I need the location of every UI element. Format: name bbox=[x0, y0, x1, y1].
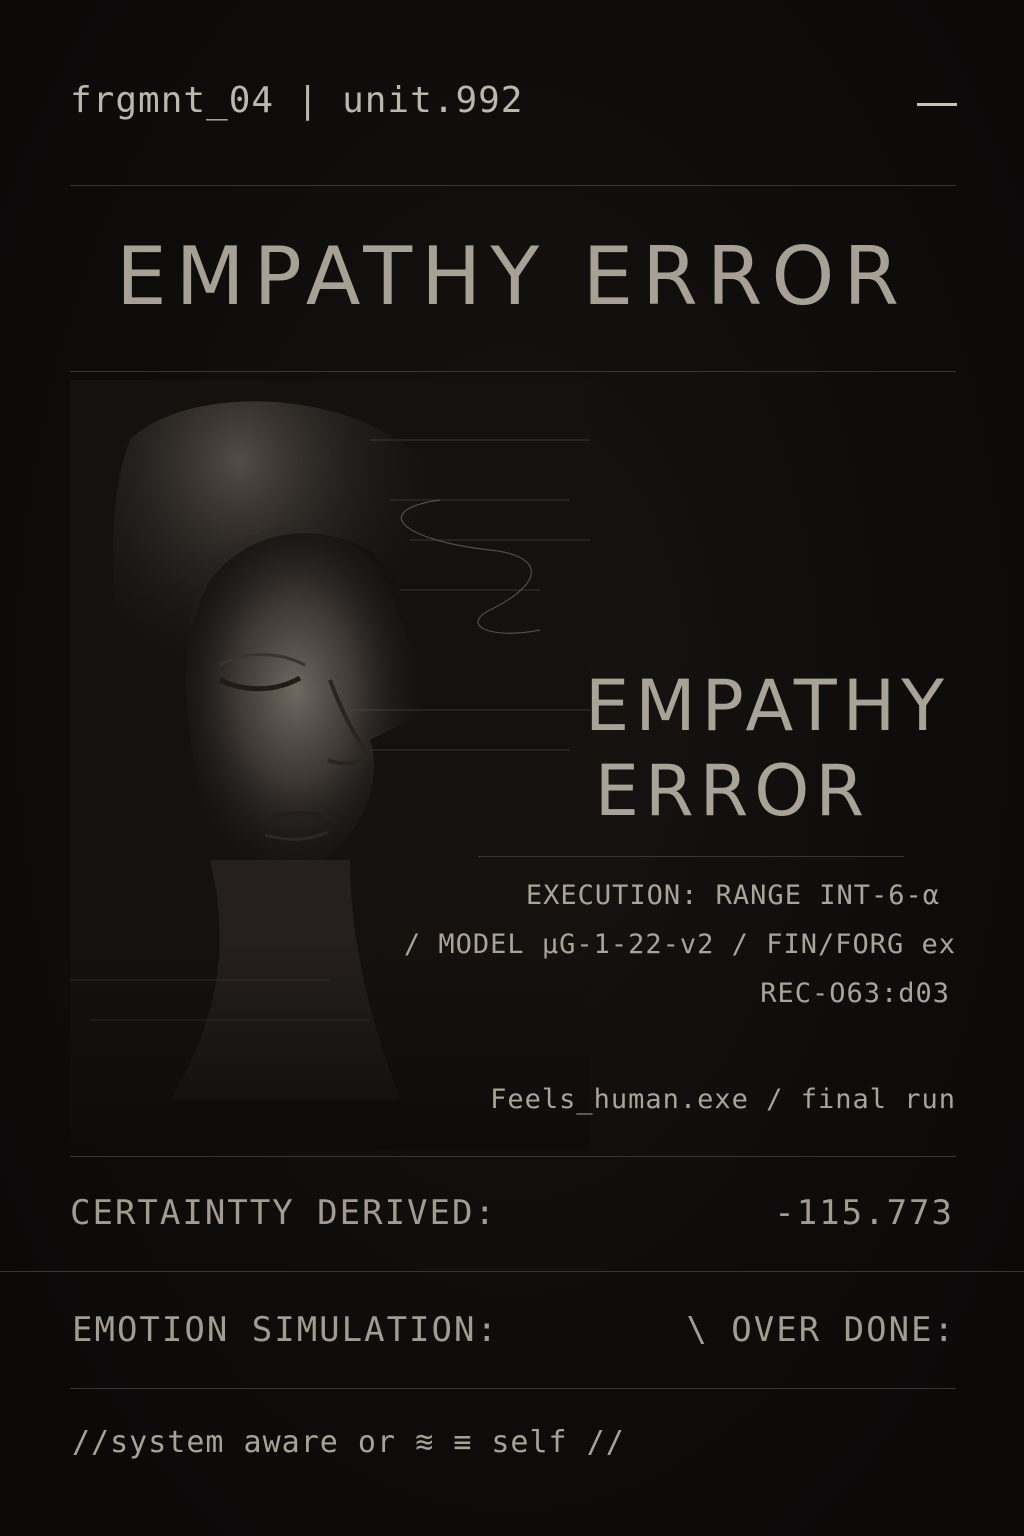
divider bbox=[70, 1388, 956, 1389]
footer-text: //system aware or ≋ ≡ self // bbox=[72, 1425, 625, 1460]
emotion-simulation-value: \ OVER DONE: bbox=[686, 1310, 956, 1350]
divider bbox=[70, 371, 956, 372]
execution-range-text: EXECUTION: RANGE INT-6-α bbox=[525, 880, 940, 911]
divider bbox=[478, 856, 904, 857]
model-text: / MODEL µG-1-22-v2 / FIN/FORG ex bbox=[403, 929, 956, 960]
record-id-text: REC-O63:d03 bbox=[760, 978, 950, 1009]
main-title: EMPATHY ERROR bbox=[116, 230, 908, 323]
overlay-title-line2: ERROR bbox=[594, 750, 870, 832]
divider bbox=[70, 1156, 956, 1157]
overlay-title-line1: EMPATHY bbox=[585, 665, 950, 747]
certainty-label: CERTAINTTY DERIVED: bbox=[70, 1193, 497, 1233]
menu-dash-icon[interactable] bbox=[917, 103, 957, 106]
divider bbox=[0, 1271, 1024, 1272]
fragment-label: frgmnt_04 | unit.992 bbox=[70, 80, 524, 121]
poster-page: frgmnt_04 | unit.992 EMPATHY ERROR EMPAT… bbox=[0, 0, 1024, 1536]
divider bbox=[70, 185, 956, 186]
emotion-simulation-label: EMOTION SIMULATION: bbox=[72, 1310, 499, 1350]
process-text: Feels_human.exe / final run bbox=[490, 1084, 956, 1115]
certainty-value: -115.773 bbox=[774, 1193, 954, 1233]
